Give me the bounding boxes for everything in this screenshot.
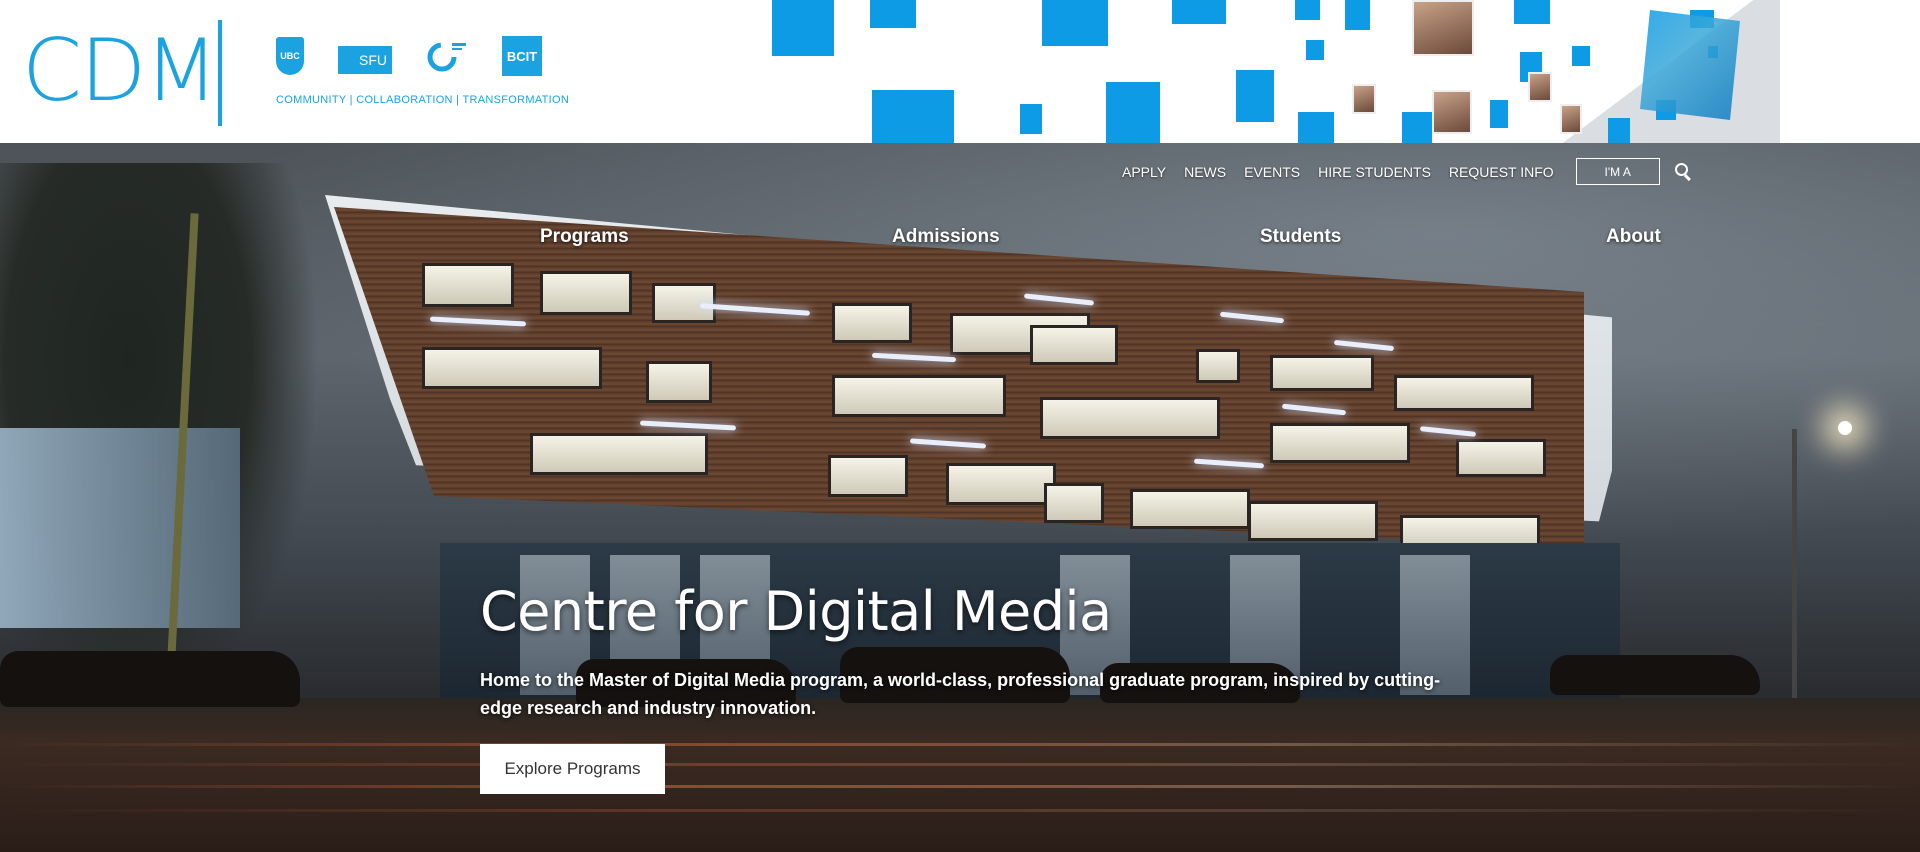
utility-nav: APPLY NEWS EVENTS HIRE STUDENTS REQUEST …: [1122, 158, 1694, 185]
bcit-logo[interactable]: BCIT: [502, 36, 542, 76]
building-window: [1270, 355, 1374, 391]
ubc-logo[interactable]: UBC: [276, 37, 304, 75]
mosaic-square: [870, 0, 916, 28]
mosaic-square: [1236, 70, 1274, 122]
building-window: [828, 455, 908, 497]
logo-divider: [218, 20, 222, 126]
building-window: [540, 271, 632, 315]
building-window: [422, 263, 514, 307]
mosaic-cluster: [1640, 10, 1740, 120]
mosaic-square: [1042, 0, 1108, 46]
nav-events[interactable]: EVENTS: [1244, 164, 1300, 180]
partner-logos: UBC SFU BCIT: [276, 36, 576, 76]
building-window: [1030, 325, 1118, 365]
light-trail: [0, 743, 1920, 746]
nav-hire-students[interactable]: HIRE STUDENTS: [1318, 164, 1431, 180]
nav-request-info[interactable]: REQUEST INFO: [1449, 164, 1554, 180]
mosaic-square: [1020, 104, 1042, 134]
emily-carr-icon: [427, 42, 466, 72]
building-window: [1196, 349, 1240, 383]
hero-title: Centre for Digital Media: [480, 580, 1112, 643]
search-icon[interactable]: [1674, 162, 1694, 182]
im-a-dropdown-button[interactable]: I'M A: [1575, 158, 1660, 185]
mosaic-portrait: [1528, 72, 1552, 102]
mosaic-square: [772, 0, 834, 56]
building-window: [530, 433, 708, 475]
mosaic-square: [1490, 100, 1508, 128]
building-window: [832, 303, 912, 343]
tagline: COMMUNITY | COLLABORATION | TRANSFORMATI…: [276, 94, 570, 106]
search-icon-handle: [1683, 173, 1691, 181]
nav-news[interactable]: NEWS: [1184, 164, 1226, 180]
nav-students[interactable]: Students: [1260, 226, 1341, 248]
street-light: [1838, 421, 1852, 435]
mosaic-square: [1298, 112, 1334, 143]
mosaic-square: [1106, 82, 1160, 143]
building-window: [422, 347, 602, 389]
nav-about[interactable]: About: [1606, 226, 1661, 248]
hero-banner: [0, 143, 1920, 852]
building-window: [1394, 375, 1534, 411]
building-window: [1270, 423, 1410, 463]
building-window: [1248, 501, 1378, 541]
mosaic-square: [1402, 112, 1432, 143]
mosaic-square: [1608, 118, 1630, 143]
cdm-logo[interactable]: CDM: [22, 28, 218, 114]
street-light-pole: [1792, 429, 1797, 699]
hero-subtitle: Home to the Master of Digital Media prog…: [480, 670, 1441, 718]
mosaic-square: [1172, 0, 1226, 24]
emily-carr-logo[interactable]: [426, 37, 468, 75]
parked-car: [0, 651, 300, 707]
mosaic-square: [872, 90, 954, 143]
nav-admissions[interactable]: Admissions: [892, 226, 1000, 248]
mosaic-square: [1306, 40, 1324, 60]
explore-programs-button[interactable]: Explore Programs: [480, 744, 665, 794]
building-window: [1044, 483, 1104, 523]
mosaic-square: [1572, 46, 1590, 66]
sfu-logo[interactable]: SFU: [338, 46, 392, 74]
mosaic-portrait: [1560, 104, 1582, 134]
light-trail: [0, 809, 1920, 812]
mosaic-square: [1345, 0, 1370, 30]
site-header: CDM UBC SFU BCIT COMMUNITY | COLLABORATI…: [0, 0, 1920, 143]
building-window: [946, 463, 1056, 505]
building-window: [1456, 439, 1546, 477]
building-window: [832, 375, 1006, 417]
building-window: [646, 361, 712, 403]
hero-side-building: [0, 428, 240, 628]
nav-programs[interactable]: Programs: [540, 226, 629, 248]
mosaic-portrait: [1352, 84, 1376, 114]
header-mosaic-graphic: [760, 0, 1920, 143]
light-trail: [0, 785, 1920, 788]
building-window: [1040, 397, 1220, 439]
mosaic-square: [1514, 0, 1550, 24]
parked-car: [1550, 655, 1760, 695]
mosaic-portrait: [1432, 90, 1472, 134]
mosaic-square: [1295, 0, 1320, 20]
nav-apply[interactable]: APPLY: [1122, 164, 1166, 180]
light-trail: [0, 763, 1920, 766]
mosaic-portrait: [1412, 0, 1474, 56]
building-window: [1130, 489, 1250, 529]
